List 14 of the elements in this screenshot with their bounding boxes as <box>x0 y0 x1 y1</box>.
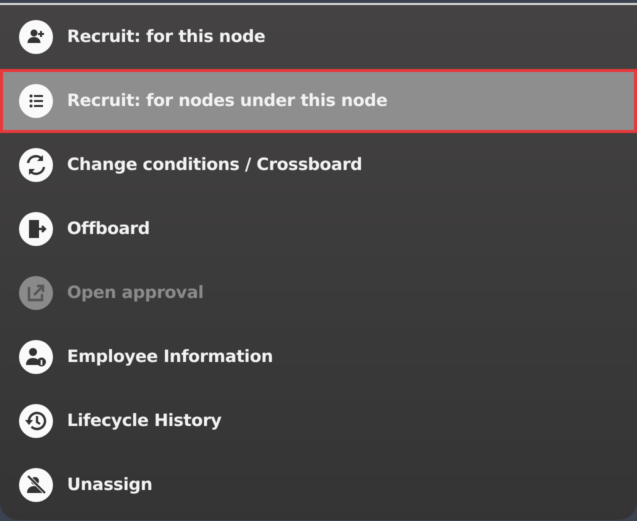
person-info-icon <box>19 340 53 374</box>
menu-item[interactable]: Change conditions / Crossboard <box>0 133 637 197</box>
external-link-icon <box>19 276 53 310</box>
list-icon <box>19 84 53 118</box>
menu-item[interactable]: Lifecycle History <box>0 389 637 453</box>
person-off-icon <box>19 468 53 502</box>
person-add-icon <box>19 20 53 54</box>
history-icon <box>19 404 53 438</box>
menu-item[interactable]: Offboard <box>0 197 637 261</box>
refresh-icon <box>19 148 53 182</box>
menu-item[interactable]: Unassign <box>0 453 637 517</box>
menu-item[interactable]: Recruit: for this node <box>0 5 637 69</box>
door-exit-icon <box>19 212 53 246</box>
menu-item[interactable]: Employee Information <box>0 325 637 389</box>
